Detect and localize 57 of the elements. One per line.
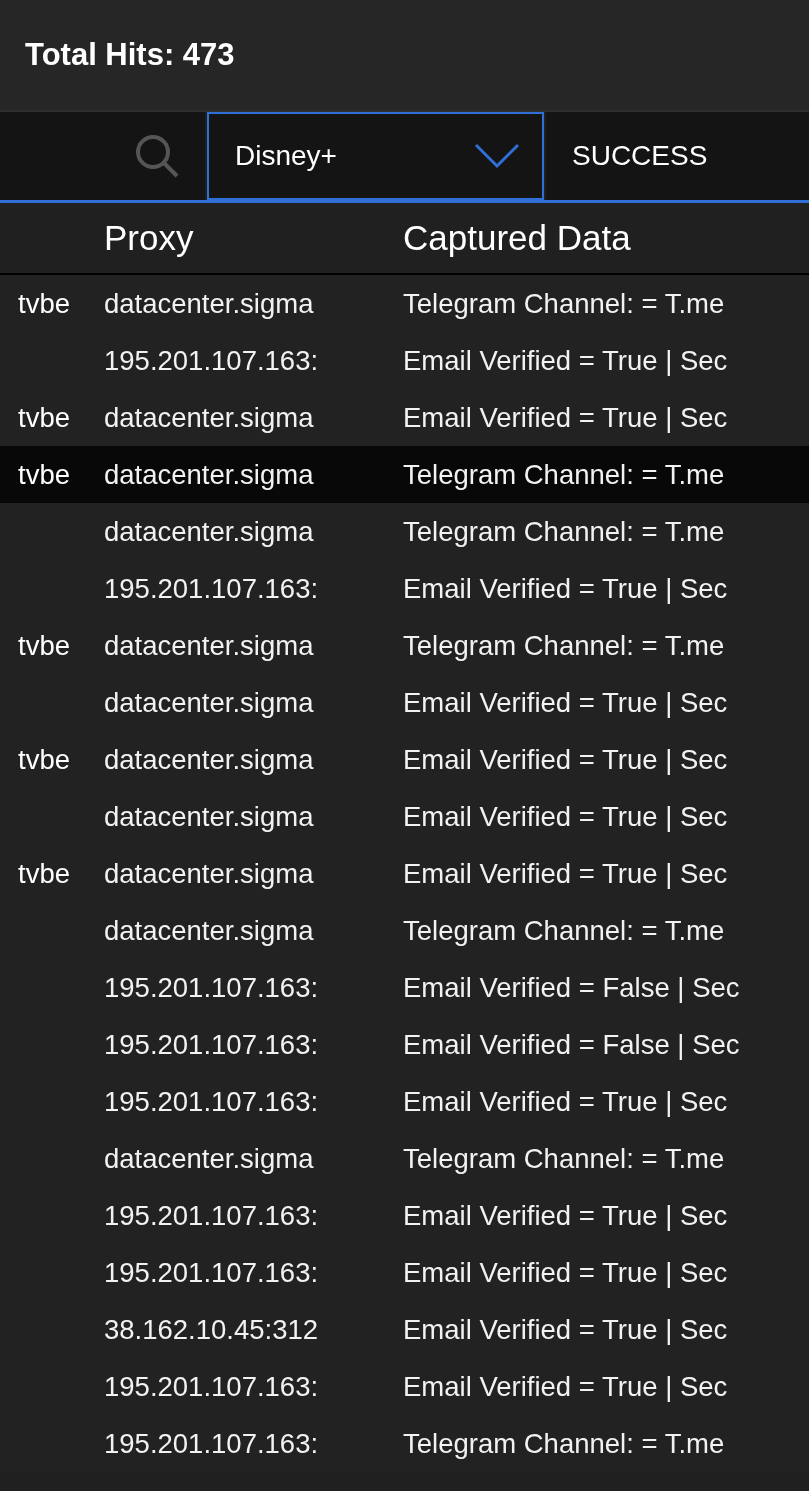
total-hits-title: Total Hits: 473 <box>25 37 235 73</box>
table-cell-text: Email Verified = True | Sec <box>403 344 729 377</box>
table-cell-text: 195.201.107.163: <box>104 1256 320 1289</box>
table-cell-text: datacenter.sigma <box>104 800 315 833</box>
table-cell-text: 195.201.107.163: <box>104 344 320 377</box>
table-cell-text: Email Verified = True | Sec <box>403 857 729 890</box>
table-cell-text: datacenter.sigma <box>104 1142 315 1175</box>
table-cell-text: Email Verified = True | Sec <box>403 1370 729 1403</box>
table-row[interactable]: tvbe datacenter.sigma Telegram Channel: = T.me <box>0 446 809 503</box>
table-cell-text: datacenter.sigma <box>104 686 315 719</box>
table-cell-text: 195.201.107.163: <box>104 1199 320 1232</box>
table-cell-text: datacenter.sigma <box>104 515 315 548</box>
table-cell-text: 195.201.107.163: <box>104 1370 320 1403</box>
table-cell-text: Telegram Channel: = T.me <box>403 1142 726 1175</box>
table-cell-text: 195.201.107.163: <box>104 572 320 605</box>
table-cell-text: Telegram Channel: = T.me <box>403 914 726 947</box>
table-cell-text: 38.162.10.45:312 <box>104 1313 320 1346</box>
table-cell-text: 195.201.107.163: <box>104 1427 320 1460</box>
table-cell-text: Email Verified = True | Sec <box>403 1256 729 1289</box>
table-cell-text: datacenter.sigma <box>104 287 315 320</box>
table-cell-text: 195.201.107.163: <box>104 1028 320 1061</box>
table-cell-text: Email Verified = True | Sec <box>403 743 729 776</box>
chevron-down-icon <box>474 143 520 169</box>
column-header[interactable]: Captured Data <box>403 218 809 258</box>
table-cell-text: datacenter.sigma <box>104 629 315 662</box>
search-icon <box>133 132 181 180</box>
table-cell: tvbe <box>18 857 70 890</box>
table-cell-text: datacenter.sigma <box>104 401 315 434</box>
table-cell-text: datacenter.sigma <box>104 857 315 890</box>
table-cell: tvbe <box>18 743 70 776</box>
table-cell-text: Telegram Channel: = T.me <box>403 1427 726 1460</box>
table-cell-text: Telegram Channel: = T.me <box>403 629 726 662</box>
table-cell-text: Telegram Channel: = T.me <box>403 458 726 491</box>
table-cell-text: Telegram Channel: = T.me <box>403 515 726 548</box>
column-header[interactable]: Proxy <box>104 218 369 258</box>
table-cell-text: Email Verified = False | Sec <box>403 1028 741 1061</box>
status-field[interactable]: SUCCESS <box>546 112 809 200</box>
table-cell-text: Email Verified = False | Sec <box>403 971 741 1004</box>
table-cell-text: 195.201.107.163: <box>104 1085 320 1118</box>
table-cell-text: Email Verified = True | Sec <box>403 401 729 434</box>
table-cell-text: Email Verified = True | Sec <box>403 1199 729 1232</box>
table-cell-text: Telegram Channel: = T.me <box>403 287 726 320</box>
search-field[interactable] <box>0 112 205 200</box>
table-cell: tvbe <box>18 458 70 491</box>
table-cell: tvbe <box>18 287 70 320</box>
table-cell-text: datacenter.sigma <box>104 914 315 947</box>
table-cell: tvbe <box>18 401 70 434</box>
table-cell-text: Email Verified = True | Sec <box>403 800 729 833</box>
table-cell-text: 195.201.107.163: <box>104 971 320 1004</box>
table-cell-text: Email Verified = True | Sec <box>403 686 729 719</box>
table-cell-text: Email Verified = True | Sec <box>403 1085 729 1118</box>
table-cell-text: datacenter.sigma <box>104 743 315 776</box>
service-dropdown[interactable]: Disney+ <box>207 112 544 200</box>
table-cell-text: Email Verified = True | Sec <box>403 1313 729 1346</box>
table-cell: tvbe <box>18 629 70 662</box>
table-cell-text: datacenter.sigma <box>104 458 315 491</box>
table-cell-text: Email Verified = True | Sec <box>403 572 729 605</box>
